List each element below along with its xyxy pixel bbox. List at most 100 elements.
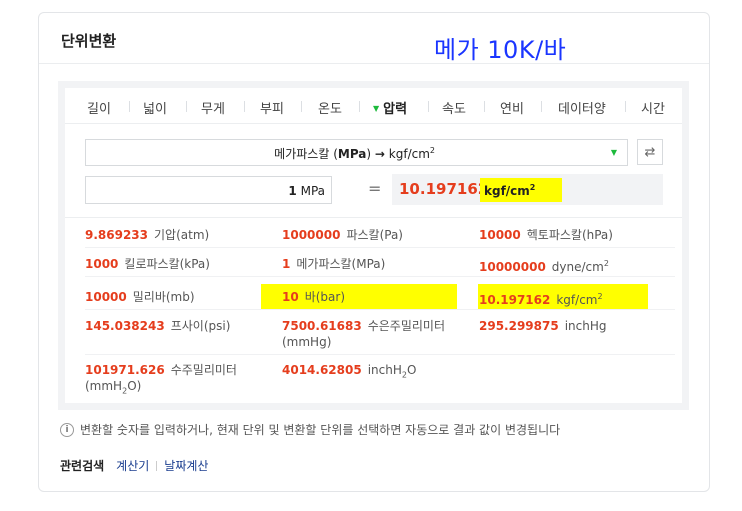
conversion-unit: 킬로파스칼(kPa) [124, 257, 210, 271]
conversion-unit: 기압(atm) [154, 228, 210, 242]
conversion-unit: inchH2O [367, 363, 417, 379]
unit-pair-label: 메가파스칼 (MPa) → kgf/cm2 [274, 146, 435, 161]
result-value: 10.197162 [399, 180, 489, 198]
row-divider [85, 276, 675, 277]
converter-panel-inner: 길이 넓이 무게 부피 온도 ▼ 압력 속도 연비 데이터양 시간 메가파스칼 (… [65, 88, 682, 403]
from-unit-abbr: MPa [337, 147, 367, 161]
related-search-label: 관련검색 [60, 459, 105, 473]
conversion-unit-superscript: 2 [597, 292, 603, 301]
row-divider [85, 247, 675, 248]
conversion-item: 145.038243 프사이(psi) [85, 318, 230, 334]
tab-divider [359, 101, 360, 112]
tab-speed[interactable]: 속도 [442, 98, 466, 117]
tab-data-amount[interactable]: 데이터양 [558, 98, 606, 117]
card-title: 단위변환 [61, 32, 117, 50]
conversion-unit-continued: (mmH2O) [85, 379, 142, 395]
tab-divider [484, 101, 485, 112]
unit-part: O [406, 363, 417, 377]
conversion-item: 7500.61683 수은주밀리미터 (mmHg) [282, 318, 462, 350]
tab-weight[interactable]: 무게 [201, 98, 225, 117]
conversion-item: 1000000 파스칼(Pa) [282, 227, 403, 243]
tab-length[interactable]: 길이 [87, 98, 111, 117]
tab-temperature[interactable]: 온도 [318, 98, 342, 117]
tab-volume[interactable]: 부피 [260, 98, 284, 117]
conversion-value: 145.038243 [85, 319, 165, 333]
conversion-unit-base: kgf/cm [556, 293, 598, 307]
result-unit-highlighted: kgf/cm2 [480, 178, 562, 202]
conversion-value: 1000000 [282, 228, 341, 242]
conversion-item: 295.299875 inchHg [479, 318, 607, 334]
conversion-unit: inchHg [564, 319, 607, 333]
input-number: 1 [288, 184, 297, 198]
tab-divider [541, 101, 542, 112]
conversion-item: 10000 헥토파스칼(hPa) [479, 227, 613, 243]
conversion-unit: 메가파스칼(MPa) [296, 257, 386, 271]
tab-divider [186, 101, 187, 112]
conversion-item: 10 바(bar) [282, 289, 345, 305]
tab-fuel-efficiency[interactable]: 연비 [500, 98, 524, 117]
handwritten-annotation: 메가 10K/바 [434, 36, 567, 64]
value-input[interactable]: 1 MPa [85, 176, 332, 204]
tab-divider [244, 101, 245, 112]
caret-down-icon: ▼ [610, 148, 617, 157]
related-link-calculator[interactable]: 계산기 [116, 457, 149, 474]
to-unit-name: kgf/cm [388, 147, 430, 161]
conversion-value: 4014.62805 [282, 363, 362, 377]
converter-panel: 길이 넓이 무게 부피 온도 ▼ 압력 속도 연비 데이터양 시간 메가파스칼 (… [58, 81, 689, 410]
input-unit: MPa [300, 184, 325, 198]
conversion-value: 101971.626 [85, 363, 165, 377]
conversion-unit: 파스칼(Pa) [346, 228, 403, 242]
conversion-value: 10000 [85, 290, 127, 304]
unit-part: (mmH [85, 379, 123, 393]
related-search: 관련검색 계산기 날짜계산 [60, 457, 208, 474]
tab-pressure[interactable]: ▼ 압력 [373, 98, 407, 117]
swap-arrows-icon: ⇄ [644, 144, 656, 160]
unit-pair-select[interactable]: 메가파스칼 (MPa) → kgf/cm2 ▼ [85, 139, 628, 166]
row-divider [85, 354, 675, 355]
conversion-value: 10.197162 [479, 293, 551, 307]
info-icon: i [60, 422, 74, 437]
conversion-item: 1 메가파스칼(MPa) [282, 256, 385, 272]
conversion-unit: 밀리바(mb) [132, 290, 195, 304]
conversion-value: 9.869233 [85, 228, 149, 242]
conversion-unit: 수은주밀리미터 [367, 319, 445, 333]
conversion-item: 4014.62805 inchH2O [282, 362, 416, 383]
tab-divider [129, 101, 130, 112]
conversion-unit: 바(bar) [304, 290, 346, 304]
conversion-item: 10000 밀리바(mb) [85, 289, 195, 305]
related-link-date-calc[interactable]: 날짜계산 [164, 457, 208, 474]
swap-units-button[interactable]: ⇄ [637, 139, 663, 165]
conversion-unit-superscript: 2 [603, 259, 609, 268]
conversion-item: 9.869233 기압(atm) [85, 227, 209, 243]
conversion-value: 7500.61683 [282, 319, 362, 333]
result-box: 10.197162 kgf/cm2 [392, 174, 663, 205]
result-unit-superscript: 2 [529, 183, 536, 192]
conversion-value: 1000 [85, 257, 119, 271]
value-input-text: 1 MPa [288, 184, 325, 198]
conversion-item: 10000000 dyne/cm2 [479, 256, 609, 275]
conversion-unit: kgf/cm2 [556, 292, 603, 307]
active-tab-caret-icon: ▼ [373, 104, 380, 113]
unit-part: inchH [367, 363, 402, 377]
conversion-unit-continued: (mmHg) [282, 335, 332, 349]
conversion-value: 1 [282, 257, 291, 271]
tab-divider [625, 101, 626, 112]
conversion-value: 10000 [479, 228, 521, 242]
tab-time[interactable]: 시간 [641, 98, 665, 117]
to-unit-superscript: 2 [429, 146, 435, 155]
conversion-unit: 수주밀리미터 [170, 363, 237, 377]
conversion-value: 295.299875 [479, 319, 559, 333]
title-divider [39, 63, 709, 64]
conversion-unit: 프사이(psi) [170, 319, 231, 333]
conversion-item: 10.197162 kgf/cm2 [479, 289, 603, 308]
conversion-item: 1000 킬로파스칼(kPa) [85, 256, 210, 272]
conversion-value: 10000000 [479, 260, 546, 274]
result-unit: kgf/cm [484, 184, 530, 198]
unit-part: O) [127, 379, 142, 393]
conversion-unit-base: dyne/cm [551, 260, 604, 274]
tab-pressure-label: 압력 [383, 102, 408, 117]
tab-area[interactable]: 넓이 [143, 98, 167, 117]
arrow-right-icon: → [374, 147, 385, 161]
row-divider [85, 309, 675, 310]
unit-category-tabs: 길이 넓이 무게 부피 온도 ▼ 압력 속도 연비 데이터양 시간 [65, 88, 682, 124]
